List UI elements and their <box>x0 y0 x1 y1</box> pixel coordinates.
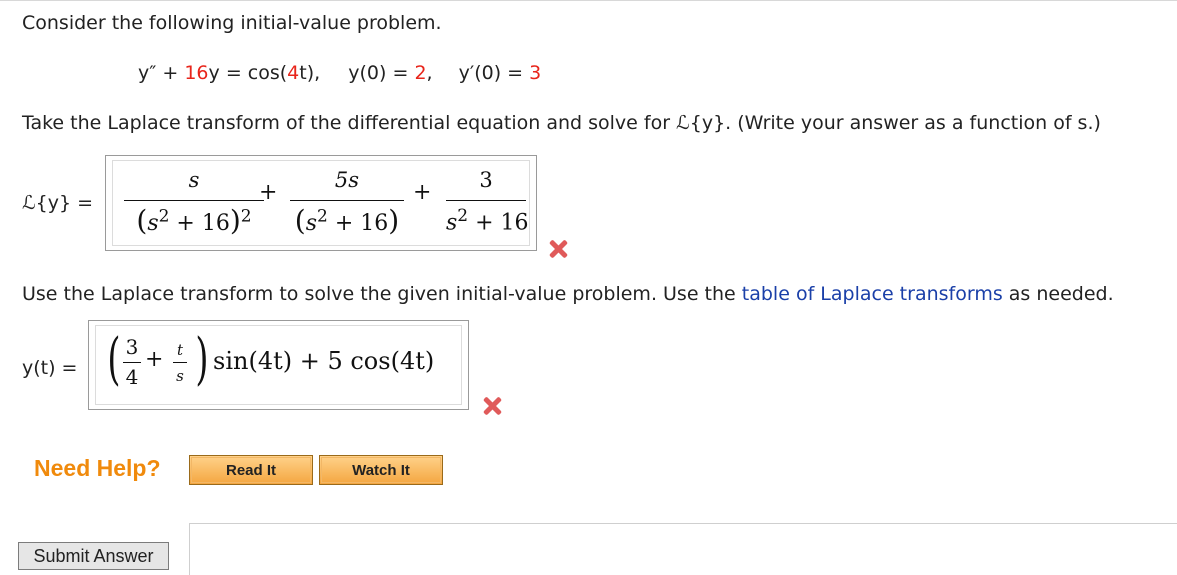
instruction-laplace: Take the Laplace transform of the differ… <box>22 112 1101 134</box>
instruction-solve: Use the Laplace transform to solve the g… <box>22 283 1114 305</box>
read-it-button[interactable]: Read It <box>189 455 313 485</box>
term2-fraction: 5s (s2 + 16) <box>290 166 404 240</box>
solution-answer-field[interactable]: ( 3 4 + t s ) sin(4t) + 5 cos(4t) <box>88 320 469 410</box>
term1-fraction: s (s2 + 16)2 <box>124 166 264 240</box>
watch-it-button[interactable]: Watch It <box>319 455 443 485</box>
solution-answer-label: y(t) = <box>22 357 78 379</box>
laplace-answer-field[interactable]: s (s2 + 16)2 + 5s (s2 + 16) + 3 s2 + 16 <box>105 155 537 251</box>
fraction-three-quarters: 3 4 <box>123 335 141 395</box>
top-divider <box>0 0 1177 1</box>
fraction-t-over-s: t s <box>173 335 187 395</box>
submit-answer-button[interactable]: Submit Answer <box>18 542 169 570</box>
laplace-table-link[interactable]: table of Laplace transforms <box>742 283 1003 305</box>
incorrect-x-icon <box>482 396 502 416</box>
plus-sign-2: + <box>413 180 432 205</box>
differential-equation: y″ + 16y = cos(4t), y(0) = 2, y′(0) = 3 <box>138 62 542 84</box>
intro-text: Consider the following initial-value pro… <box>22 12 442 34</box>
need-help-label: Need Help? <box>34 455 161 481</box>
trig-expression: sin(4t) + 5 cos(4t) <box>213 347 435 375</box>
plus-sign-1: + <box>259 180 278 205</box>
term3-fraction: 3 s2 + 16 <box>446 168 529 236</box>
side-panel-border <box>189 523 1177 575</box>
incorrect-x-icon <box>548 239 568 259</box>
laplace-answer-label: ℒ{y} = <box>22 192 94 214</box>
